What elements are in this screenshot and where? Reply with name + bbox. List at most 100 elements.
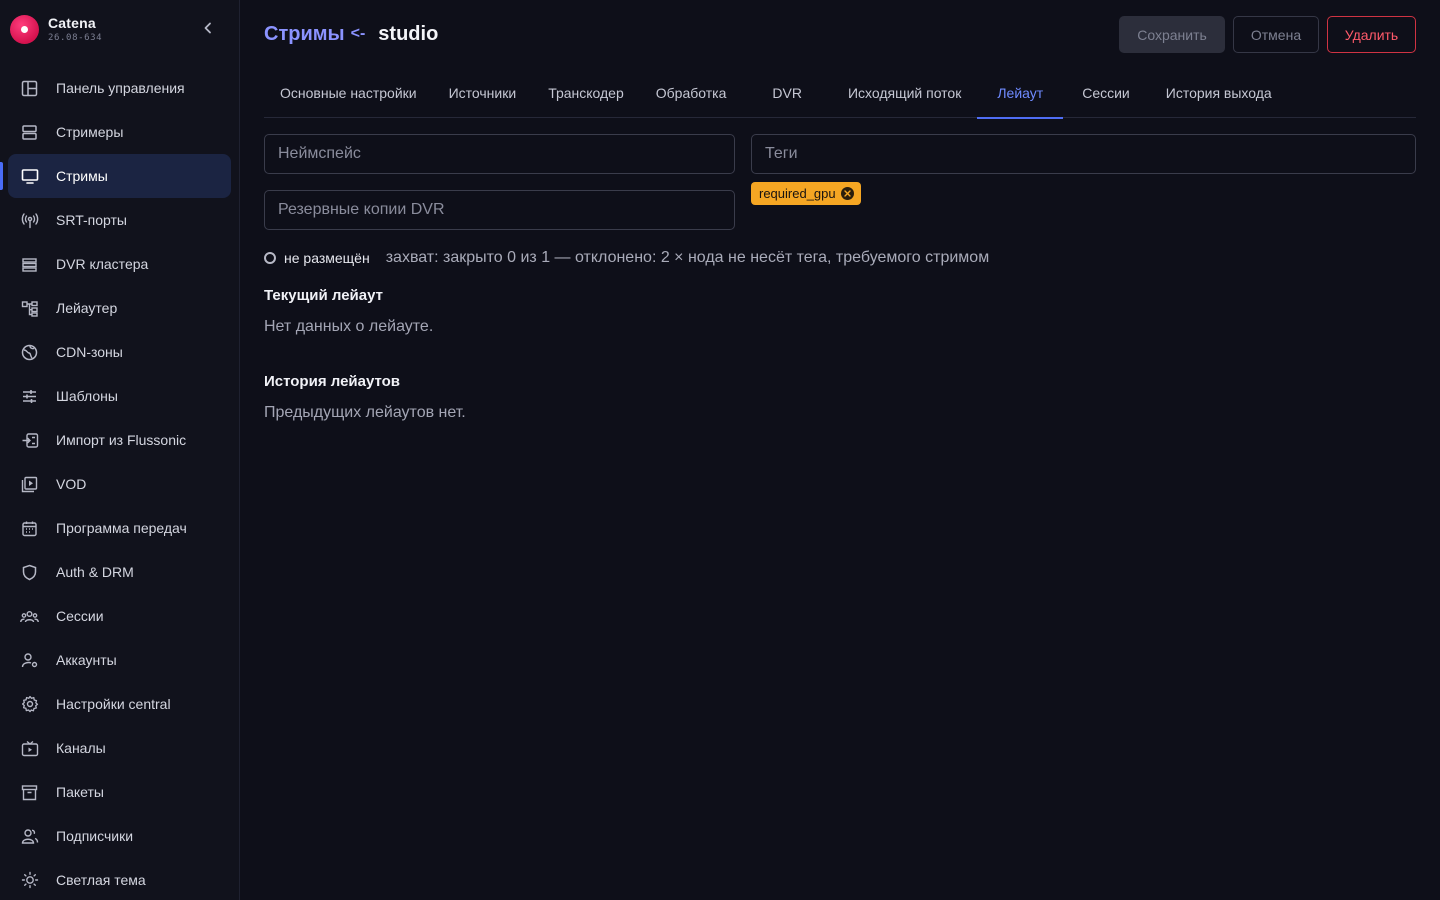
tv-icon xyxy=(20,739,39,758)
sidebar-item-label: Светлая тема xyxy=(56,872,146,888)
sidebar-item-vod[interactable]: VOD xyxy=(0,462,231,506)
sidebar-item-label: Программа передач xyxy=(56,520,187,536)
sidebar-item-srt-ports[interactable]: SRT-порты xyxy=(0,198,231,242)
sidebar-item-label: DVR кластера xyxy=(56,256,149,272)
chevron-left-icon xyxy=(204,22,211,34)
current-layout-empty-text: Нет данных о лейауте. xyxy=(264,318,434,335)
import-icon xyxy=(20,431,39,450)
archive-icon xyxy=(20,783,39,802)
shield-icon xyxy=(20,563,39,582)
sidebar-item-auth-drm[interactable]: Auth & DRM xyxy=(0,550,231,594)
storage-icon xyxy=(20,255,39,274)
tab-layout[interactable]: Лейаут xyxy=(977,68,1064,119)
status-indicator-icon xyxy=(264,252,276,264)
brand-name: Catena xyxy=(48,15,96,31)
calendar-icon xyxy=(20,519,39,538)
status-detail: захват: закрыто 0 из 1 — отклонено: 2 × … xyxy=(385,249,990,266)
sidebar-item-label: Импорт из Flussonic xyxy=(56,432,187,448)
dashboard-icon xyxy=(20,79,39,98)
status-label: не размещён xyxy=(284,250,370,266)
sidebar-item-label: Каналы xyxy=(56,740,106,756)
namespace-input[interactable] xyxy=(264,134,735,174)
cancel-button[interactable]: Отмена xyxy=(1233,16,1319,53)
sidebar-item-label: SRT-порты xyxy=(56,212,127,228)
tab-basic-settings[interactable]: Основные настройки xyxy=(264,68,433,118)
layout-tree-icon xyxy=(20,299,39,318)
current-layout-title: Текущий лейаут xyxy=(264,287,383,304)
sidebar-item-layouter[interactable]: Лейаутер xyxy=(0,286,231,330)
tab-sessions[interactable]: Сессии xyxy=(1063,68,1149,118)
video-library-icon xyxy=(20,475,39,494)
layout-history-title: История лейаутов xyxy=(264,373,401,390)
header-actions: Сохранить Отмена Удалить xyxy=(1119,16,1416,53)
layout-history-empty-text: Предыдущих лейаутов нет. xyxy=(264,404,466,421)
sidebar-item-epg[interactable]: Программа передач xyxy=(0,506,231,550)
save-button[interactable]: Сохранить xyxy=(1119,16,1225,53)
users-group-icon xyxy=(20,607,39,626)
subscribers-icon xyxy=(20,827,39,846)
tab-output[interactable]: Исходящий поток xyxy=(832,68,977,118)
stream-tabs: Основные настройки Источники Транскодер … xyxy=(264,68,1416,119)
gear-icon xyxy=(20,695,39,714)
sidebar-item-label: CDN-зоны xyxy=(56,344,123,360)
servers-icon xyxy=(20,123,39,142)
sidebar-item-subscribers[interactable]: Подписчики xyxy=(0,814,231,858)
tag-label: required_gpu xyxy=(759,186,836,201)
sidebar-item-cdn-zones[interactable]: CDN-зоны xyxy=(0,330,231,374)
sidebar-nav: Панель управления Стримеры Стримы SRT-по… xyxy=(0,66,239,900)
tag-chip: required_gpu xyxy=(751,182,861,205)
brand: Catena 26.08-634 xyxy=(0,0,239,58)
sidebar-item-label: Подписчики xyxy=(56,828,134,844)
sidebar-item-label: Лейаутер xyxy=(56,300,118,316)
tags-input[interactable] xyxy=(751,134,1416,174)
sidebar-item-accounts[interactable]: Аккаунты xyxy=(0,638,231,682)
tab-output-history[interactable]: История выхода xyxy=(1149,68,1289,118)
sidebar-item-dashboard[interactable]: Панель управления xyxy=(0,66,231,110)
delete-button[interactable]: Удалить xyxy=(1327,16,1416,53)
tab-processing[interactable]: Обработка xyxy=(640,68,743,118)
sidebar-item-label: Аккаунты xyxy=(56,652,117,668)
page-header: Стримы <- studio Сохранить Отмена Удалит… xyxy=(264,0,1416,68)
theme-toggle[interactable]: Светлая тема xyxy=(0,858,231,900)
sun-icon xyxy=(20,871,39,890)
sidebar-item-templates[interactable]: Шаблоны xyxy=(0,374,231,418)
sidebar-item-label: Стримы xyxy=(56,168,108,184)
sidebar-item-label: Панель управления xyxy=(56,80,185,96)
tab-sources[interactable]: Источники xyxy=(433,68,533,118)
tab-dvr[interactable]: DVR xyxy=(742,68,832,118)
user-settings-icon xyxy=(20,651,39,670)
tag-list: required_gpu xyxy=(751,182,1416,205)
sidebar-item-sessions[interactable]: Сессии xyxy=(0,594,231,638)
sidebar-item-label: Стримеры xyxy=(56,124,124,140)
breadcrumb-streams-link[interactable]: Стримы xyxy=(264,23,345,46)
sidebar-item-label: Настройки central xyxy=(56,696,171,712)
sidebar: Catena 26.08-634 Панель управления Стрим… xyxy=(0,0,240,900)
sidebar-item-central-settings[interactable]: Настройки central xyxy=(0,682,231,726)
placement-status: не размещён захват: закрыто 0 из 1 — отк… xyxy=(264,248,1416,268)
dvr-backups-input[interactable] xyxy=(264,190,735,230)
main-content: Стримы <- studio Сохранить Отмена Удалит… xyxy=(240,0,1440,900)
remove-tag-icon[interactable] xyxy=(840,187,854,200)
sidebar-item-label: VOD xyxy=(56,476,87,492)
sidebar-item-streamers[interactable]: Стримеры xyxy=(0,110,231,154)
sliders-icon xyxy=(20,387,39,406)
tab-transcoder[interactable]: Транскодер xyxy=(532,68,640,118)
globe-icon xyxy=(20,343,39,362)
sidebar-item-label: Пакеты xyxy=(56,784,104,800)
collapse-sidebar-button[interactable] xyxy=(199,19,217,37)
sidebar-item-streams[interactable]: Стримы xyxy=(0,154,231,198)
sidebar-item-label: Auth & DRM xyxy=(56,564,134,580)
sidebar-item-channels[interactable]: Каналы xyxy=(0,726,231,770)
antenna-icon xyxy=(20,211,39,230)
brand-version: 26.08-634 xyxy=(48,33,103,43)
monitor-icon xyxy=(20,167,39,186)
sidebar-item-flussonic-import[interactable]: Импорт из Flussonic xyxy=(0,418,231,462)
catena-logo xyxy=(10,14,39,44)
sidebar-item-label: Шаблоны xyxy=(56,388,118,404)
breadcrumb-separator: <- xyxy=(350,25,366,42)
page-title: studio xyxy=(378,22,439,45)
sidebar-item-label: Сессии xyxy=(56,608,104,624)
layout-form: required_gpu xyxy=(264,134,1416,230)
sidebar-item-packages[interactable]: Пакеты xyxy=(0,770,231,814)
sidebar-item-cluster-dvr[interactable]: DVR кластера xyxy=(0,242,231,286)
